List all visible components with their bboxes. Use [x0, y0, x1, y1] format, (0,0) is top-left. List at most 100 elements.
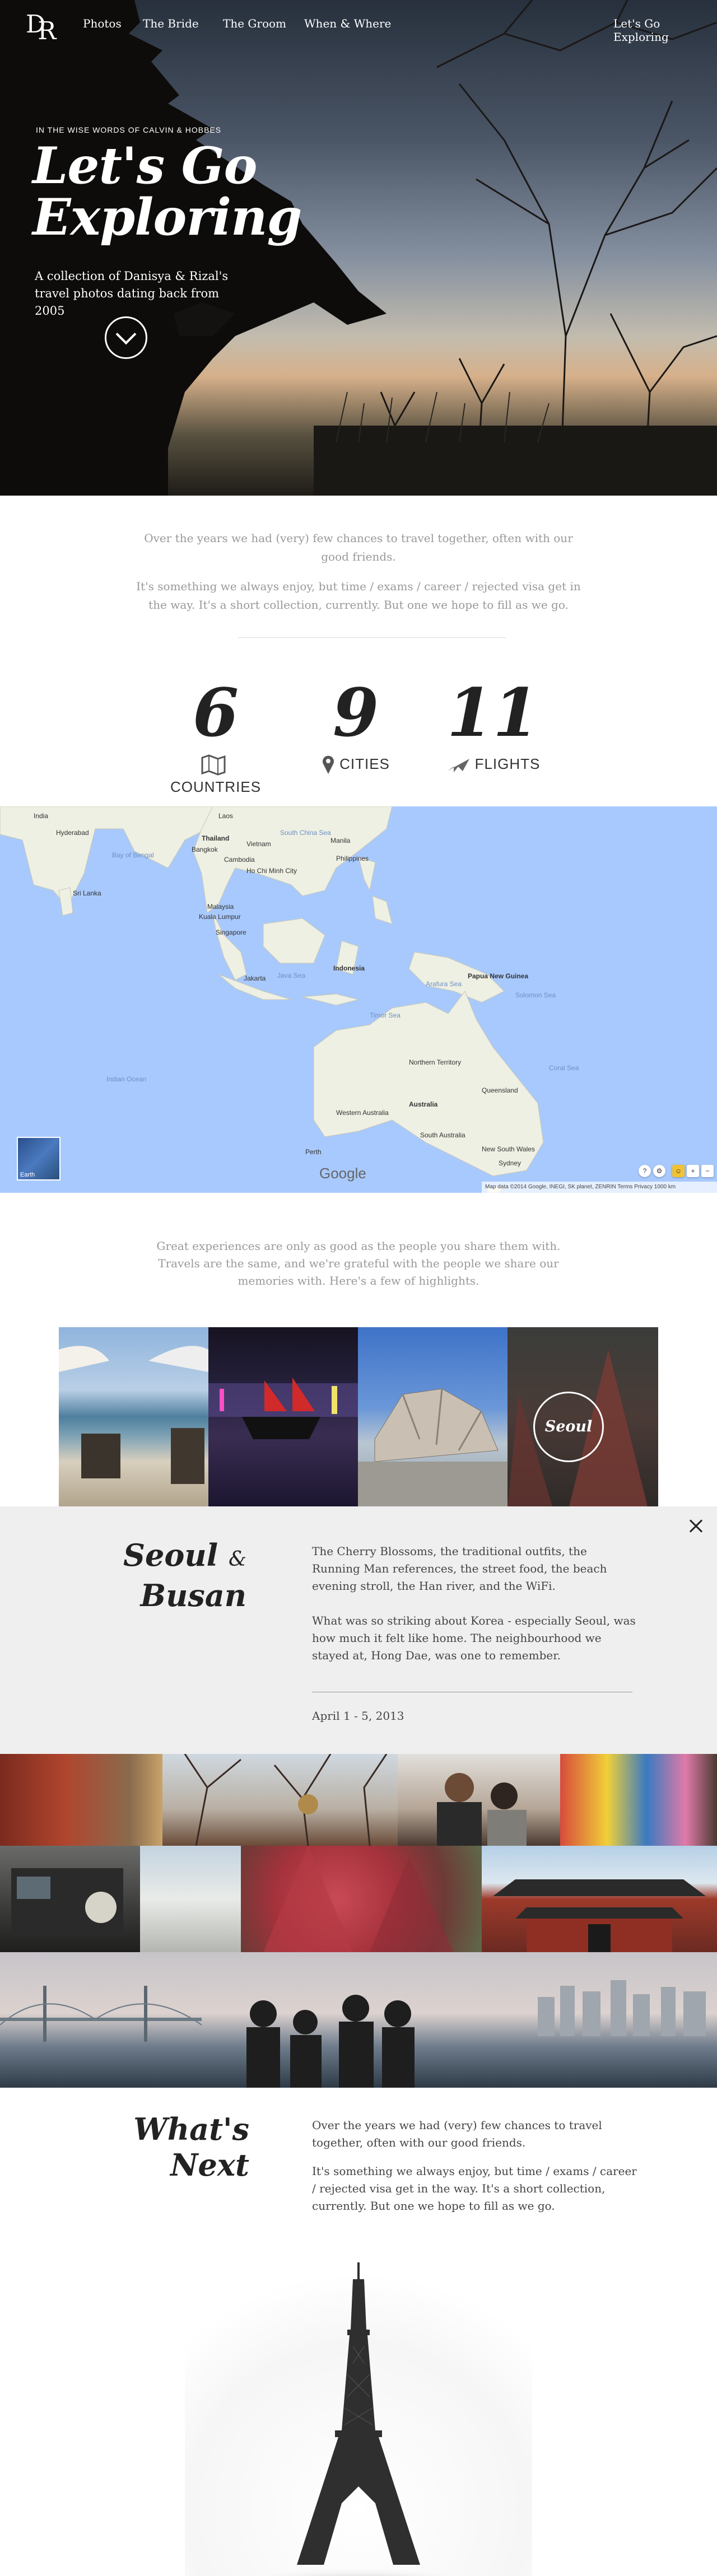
stat-countries: 6 COUNTRIES	[160, 674, 272, 796]
google-logo: Google	[319, 1165, 366, 1182]
love-lock-tree	[263, 1846, 454, 1952]
map-label: Laos	[218, 812, 234, 820]
chevron-down-icon	[115, 324, 137, 345]
bare-tree-branches	[184, 1754, 388, 1846]
map-label: Timor Sea	[370, 1011, 401, 1019]
trip-date: April 1 - 5, 2013	[312, 1709, 404, 1723]
gallery-photo[interactable]	[140, 1846, 241, 1952]
eiffel-tower-photo	[185, 2240, 532, 2576]
map-label: India	[34, 812, 49, 820]
map-label: Bay of Bengal	[112, 851, 154, 859]
stat-label: CITIES	[339, 755, 390, 772]
location-pin-icon	[323, 755, 334, 774]
gallery-photo[interactable]	[162, 1754, 398, 1846]
stat-label: COUNTRIES	[170, 778, 262, 796]
pegman-icon[interactable]: ☺	[672, 1165, 685, 1177]
map-label: South Australia	[420, 1131, 465, 1139]
scroll-down-button[interactable]	[105, 316, 147, 359]
photo-federation-square[interactable]	[358, 1327, 508, 1506]
gallery-photo[interactable]	[241, 1846, 482, 1952]
trip-description: The Cherry Blossoms, the traditional out…	[312, 1543, 637, 1682]
gallery-photo[interactable]	[560, 1754, 717, 1846]
earth-view-toggle[interactable]: Earth	[17, 1137, 60, 1180]
trip-gallery	[0, 1754, 717, 2088]
map-label: Philippines	[336, 855, 369, 862]
map-label: Hyderabad	[56, 829, 89, 837]
map-label: Arafura Sea	[426, 980, 462, 988]
seoul-highlight-button[interactable]: Seoul	[533, 1392, 604, 1462]
hero-subtitle: A collection of Danisya & Rizal's travel…	[35, 269, 229, 318]
photo-beach[interactable]	[59, 1327, 208, 1506]
intro-paragraph-2: It's something we always enjoy, but time…	[136, 580, 581, 612]
stat-flights: 11 FLIGHTS	[437, 676, 549, 775]
trip-title-line1: Seoul	[123, 1537, 218, 1573]
travel-map[interactable]: India Hyderabad Bay of Bengal Sri Lanka …	[0, 806, 717, 1193]
map-label: Sri Lanka	[73, 889, 101, 897]
map-label: New South Wales	[482, 1145, 535, 1153]
gallery-photo[interactable]	[0, 1754, 162, 1846]
stat-value: 11	[446, 674, 539, 752]
earth-view-label: Earth	[20, 1172, 35, 1178]
map-label: Thailand	[202, 834, 230, 842]
whats-next-text: Over the years we had (very) few chances…	[312, 2117, 637, 2226]
trip-title-line2: Busan	[140, 1578, 246, 1613]
whats-next-line1: What's	[133, 2111, 249, 2147]
map-label: Papua New Guinea	[468, 972, 529, 980]
airplane-icon	[446, 759, 469, 773]
beach-umbrellas	[59, 1346, 208, 1484]
logo-letter-d: D	[26, 10, 45, 39]
trip-paragraph-2: What was so striking about Korea - espec…	[312, 1614, 636, 1662]
gallery-photo[interactable]	[0, 1952, 717, 2088]
hero-section: DR Photos The Bride The Groom When & Whe…	[0, 0, 717, 496]
hero-photo	[0, 0, 717, 496]
nav-lets-go-exploring[interactable]: Let's Go Exploring	[613, 17, 717, 44]
photo-harbour-night[interactable]	[208, 1327, 358, 1506]
map-label: Kuala Lumpur	[199, 913, 241, 921]
bus	[11, 1868, 123, 1935]
map-label: Western Australia	[336, 1109, 389, 1117]
map-label: South China Sea	[280, 829, 331, 837]
map-label: Perth	[305, 1148, 322, 1156]
couple-selfie	[437, 1773, 527, 1846]
nav-the-bride[interactable]: The Bride	[143, 17, 199, 30]
bridge-group-photo	[0, 1980, 706, 2088]
stat-value: 9	[332, 674, 379, 752]
map-label: Jakarta	[244, 974, 266, 982]
map-label: Queensland	[482, 1086, 518, 1094]
whats-next-title: What's Next	[123, 2111, 249, 2183]
map-label: Northern Territory	[409, 1058, 462, 1066]
map-land	[0, 806, 544, 1193]
hero-title: Let's Go Exploring	[32, 136, 302, 247]
map-label: Solomon Sea	[515, 991, 556, 999]
nav-the-groom[interactable]: The Groom	[223, 17, 286, 30]
map-label: Java Sea	[277, 972, 306, 979]
stat-label-row: COUNTRIES	[160, 753, 272, 795]
help-icon[interactable]: ?	[639, 1165, 651, 1177]
map-label: Indonesia	[333, 964, 365, 972]
trip-title-ampersand: &	[228, 1548, 247, 1571]
settings-icon[interactable]: ⚙	[653, 1165, 665, 1177]
map-label: Sydney	[499, 1159, 522, 1167]
gallery-photo[interactable]	[0, 1846, 140, 1952]
intro-text: Over the years we had (very) few chances…	[134, 529, 583, 626]
gallery-photo[interactable]	[482, 1846, 717, 1952]
map-label: Indian Ocean	[106, 1075, 147, 1083]
zoom-out-icon[interactable]: −	[701, 1165, 714, 1177]
map-label: Singapore	[216, 928, 246, 936]
close-icon[interactable]	[687, 1518, 704, 1534]
whats-next-line2: Next	[170, 2147, 249, 2183]
hero-kicker: IN THE WISE WORDS OF CALVIN & HOBBES	[36, 125, 222, 134]
nav-when-where[interactable]: When & Where	[304, 17, 391, 30]
whats-next-paragraph-2: It's something we always enjoy, but time…	[312, 2164, 637, 2213]
map-label: Australia	[409, 1100, 438, 1108]
hero-title-line2: Exploring	[32, 188, 302, 247]
nav-photos[interactable]: Photos	[83, 17, 122, 30]
gallery-photo[interactable]	[398, 1754, 560, 1846]
map-label: Ho Chi Minh City	[246, 867, 297, 875]
hero-title-line1: Let's Go	[32, 136, 258, 195]
stat-cities: 9 CITIES	[300, 676, 412, 775]
map-label: Malaysia	[207, 903, 234, 911]
stat-value: 6	[192, 674, 239, 752]
zoom-in-icon[interactable]: +	[687, 1165, 699, 1177]
logo[interactable]: DR	[26, 8, 59, 45]
